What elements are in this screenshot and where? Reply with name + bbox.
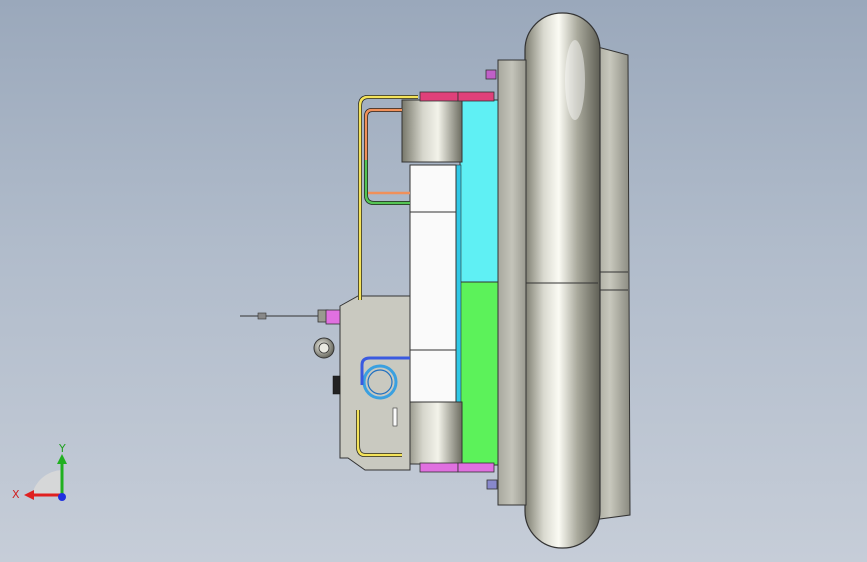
axis-triad: Y X xyxy=(12,442,67,501)
top-cylinder[interactable] xyxy=(401,99,463,163)
top-magenta-clamp[interactable] xyxy=(419,91,495,102)
cyan-plate[interactable] xyxy=(459,99,499,283)
y-axis-label: Y xyxy=(58,442,66,455)
green-pipe[interactable] xyxy=(364,160,410,205)
bottom-cylinder[interactable] xyxy=(401,401,463,465)
round-knob[interactable] xyxy=(313,337,335,359)
white-column[interactable] xyxy=(409,164,457,406)
cad-3d-viewport[interactable] xyxy=(0,0,867,562)
bottom-bolt[interactable] xyxy=(486,479,498,490)
bottom-magenta-clamp[interactable] xyxy=(419,462,495,473)
z-axis-dot xyxy=(58,493,66,501)
x-axis-label: X xyxy=(12,488,20,501)
torus-ring[interactable] xyxy=(524,12,601,549)
top-bolt[interactable] xyxy=(485,69,497,80)
probe-rod[interactable] xyxy=(240,309,341,325)
green-plate[interactable] xyxy=(459,281,499,466)
mounting-plate[interactable] xyxy=(497,59,527,506)
gray-body-housing[interactable] xyxy=(332,295,411,471)
